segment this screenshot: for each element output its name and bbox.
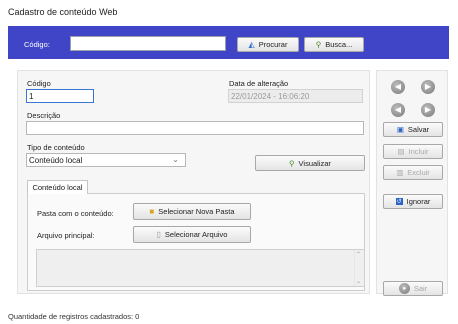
window-title: Cadastro de conteúdo Web	[8, 7, 118, 17]
side-panel: ◀ ▶ ◀ ▶ ▣ Salvar ▤ Incluir ▥ Excluir ↺ I…	[376, 70, 448, 296]
scroll-down-icon[interactable]: ⌄	[356, 278, 361, 285]
tab-conteudo-local[interactable]: Conteúdo local	[27, 180, 88, 194]
record-count: Quantidade de registros cadastrados: 0	[8, 312, 139, 321]
folder-icon: ■	[149, 207, 155, 216]
selecionar-pasta-button[interactable]: ■ Selecionar Nova Pasta	[133, 203, 251, 220]
tipo-conteudo-value: Conteúdo local	[29, 155, 83, 165]
textarea-scrollbar[interactable]: ⌃ ⌄	[354, 250, 364, 286]
ignore-icon: ↺	[395, 198, 403, 205]
nav-first-icon[interactable]: ◀	[391, 80, 405, 94]
visualizar-button[interactable]: ⚲ Visualizar	[255, 155, 365, 171]
record-count-label: Quantidade de registros cadastrados:	[8, 312, 134, 321]
ignorar-button[interactable]: ↺ Ignorar	[383, 194, 443, 209]
selecionar-pasta-label: Selecionar Nova Pasta	[158, 207, 235, 216]
descricao-textarea[interactable]: ⌃ ⌄	[36, 249, 365, 287]
visualizar-label: Visualizar	[298, 158, 331, 168]
excluir-label: Excluir	[407, 168, 430, 177]
incluir-button[interactable]: ▤ Incluir	[383, 144, 443, 159]
delete-icon: ▥	[396, 168, 404, 177]
selecionar-arquivo-label: Selecionar Arquivo	[164, 230, 228, 239]
data-alteracao-field: 22/01/2024 - 16:06:20	[228, 89, 363, 103]
chevron-down-icon: ⌄	[172, 155, 179, 164]
nav-next-icon[interactable]: ▶	[421, 103, 435, 117]
nav-prev-icon[interactable]: ◀	[391, 103, 405, 117]
busca-button[interactable]: ⚲ Busca...	[304, 37, 364, 52]
salvar-button[interactable]: ▣ Salvar	[383, 122, 443, 137]
incluir-label: Incluir	[408, 147, 429, 156]
descricao-label: Descrição	[27, 111, 61, 120]
save-icon: ▣	[396, 125, 404, 134]
descricao-input[interactable]	[26, 121, 364, 135]
pasta-label: Pasta com o conteúdo:	[37, 209, 114, 218]
exit-icon: ●	[398, 283, 410, 294]
sair-label: Sair	[413, 284, 428, 293]
tipo-conteudo-select[interactable]: Conteúdo local ⌄	[26, 153, 186, 167]
procurar-label: Procurar	[258, 40, 288, 49]
busca-label: Busca...	[325, 40, 353, 49]
excluir-button[interactable]: ▥ Excluir	[383, 165, 443, 180]
arquivo-label: Arquivo principal:	[37, 231, 95, 240]
visualizar-icon: ⚲	[289, 158, 295, 168]
add-icon: ▤	[397, 147, 405, 156]
file-icon: ▯	[156, 230, 161, 239]
binoculars-icon: ◭	[248, 40, 255, 49]
codigo-input[interactable]: 1	[26, 89, 94, 103]
tipo-conteudo-label: Tipo de conteúdo	[27, 143, 85, 152]
scroll-up-icon[interactable]: ⌃	[356, 251, 361, 258]
sair-button[interactable]: ● Sair	[383, 281, 443, 296]
search-code-label: Código:	[24, 40, 50, 49]
search-code-input[interactable]	[70, 36, 226, 51]
selecionar-arquivo-button[interactable]: ▯ Selecionar Arquivo	[133, 226, 251, 243]
ignorar-label: Ignorar	[406, 197, 431, 206]
codigo-label: Código	[27, 79, 51, 88]
data-alteracao-label: Data de alteração	[229, 79, 289, 88]
procurar-button[interactable]: ◭ Procurar	[237, 37, 299, 52]
salvar-label: Salvar	[407, 125, 430, 134]
record-count-value: 0	[135, 312, 140, 321]
nav-last-icon[interactable]: ▶	[421, 80, 435, 94]
search-icon: ⚲	[315, 40, 322, 49]
